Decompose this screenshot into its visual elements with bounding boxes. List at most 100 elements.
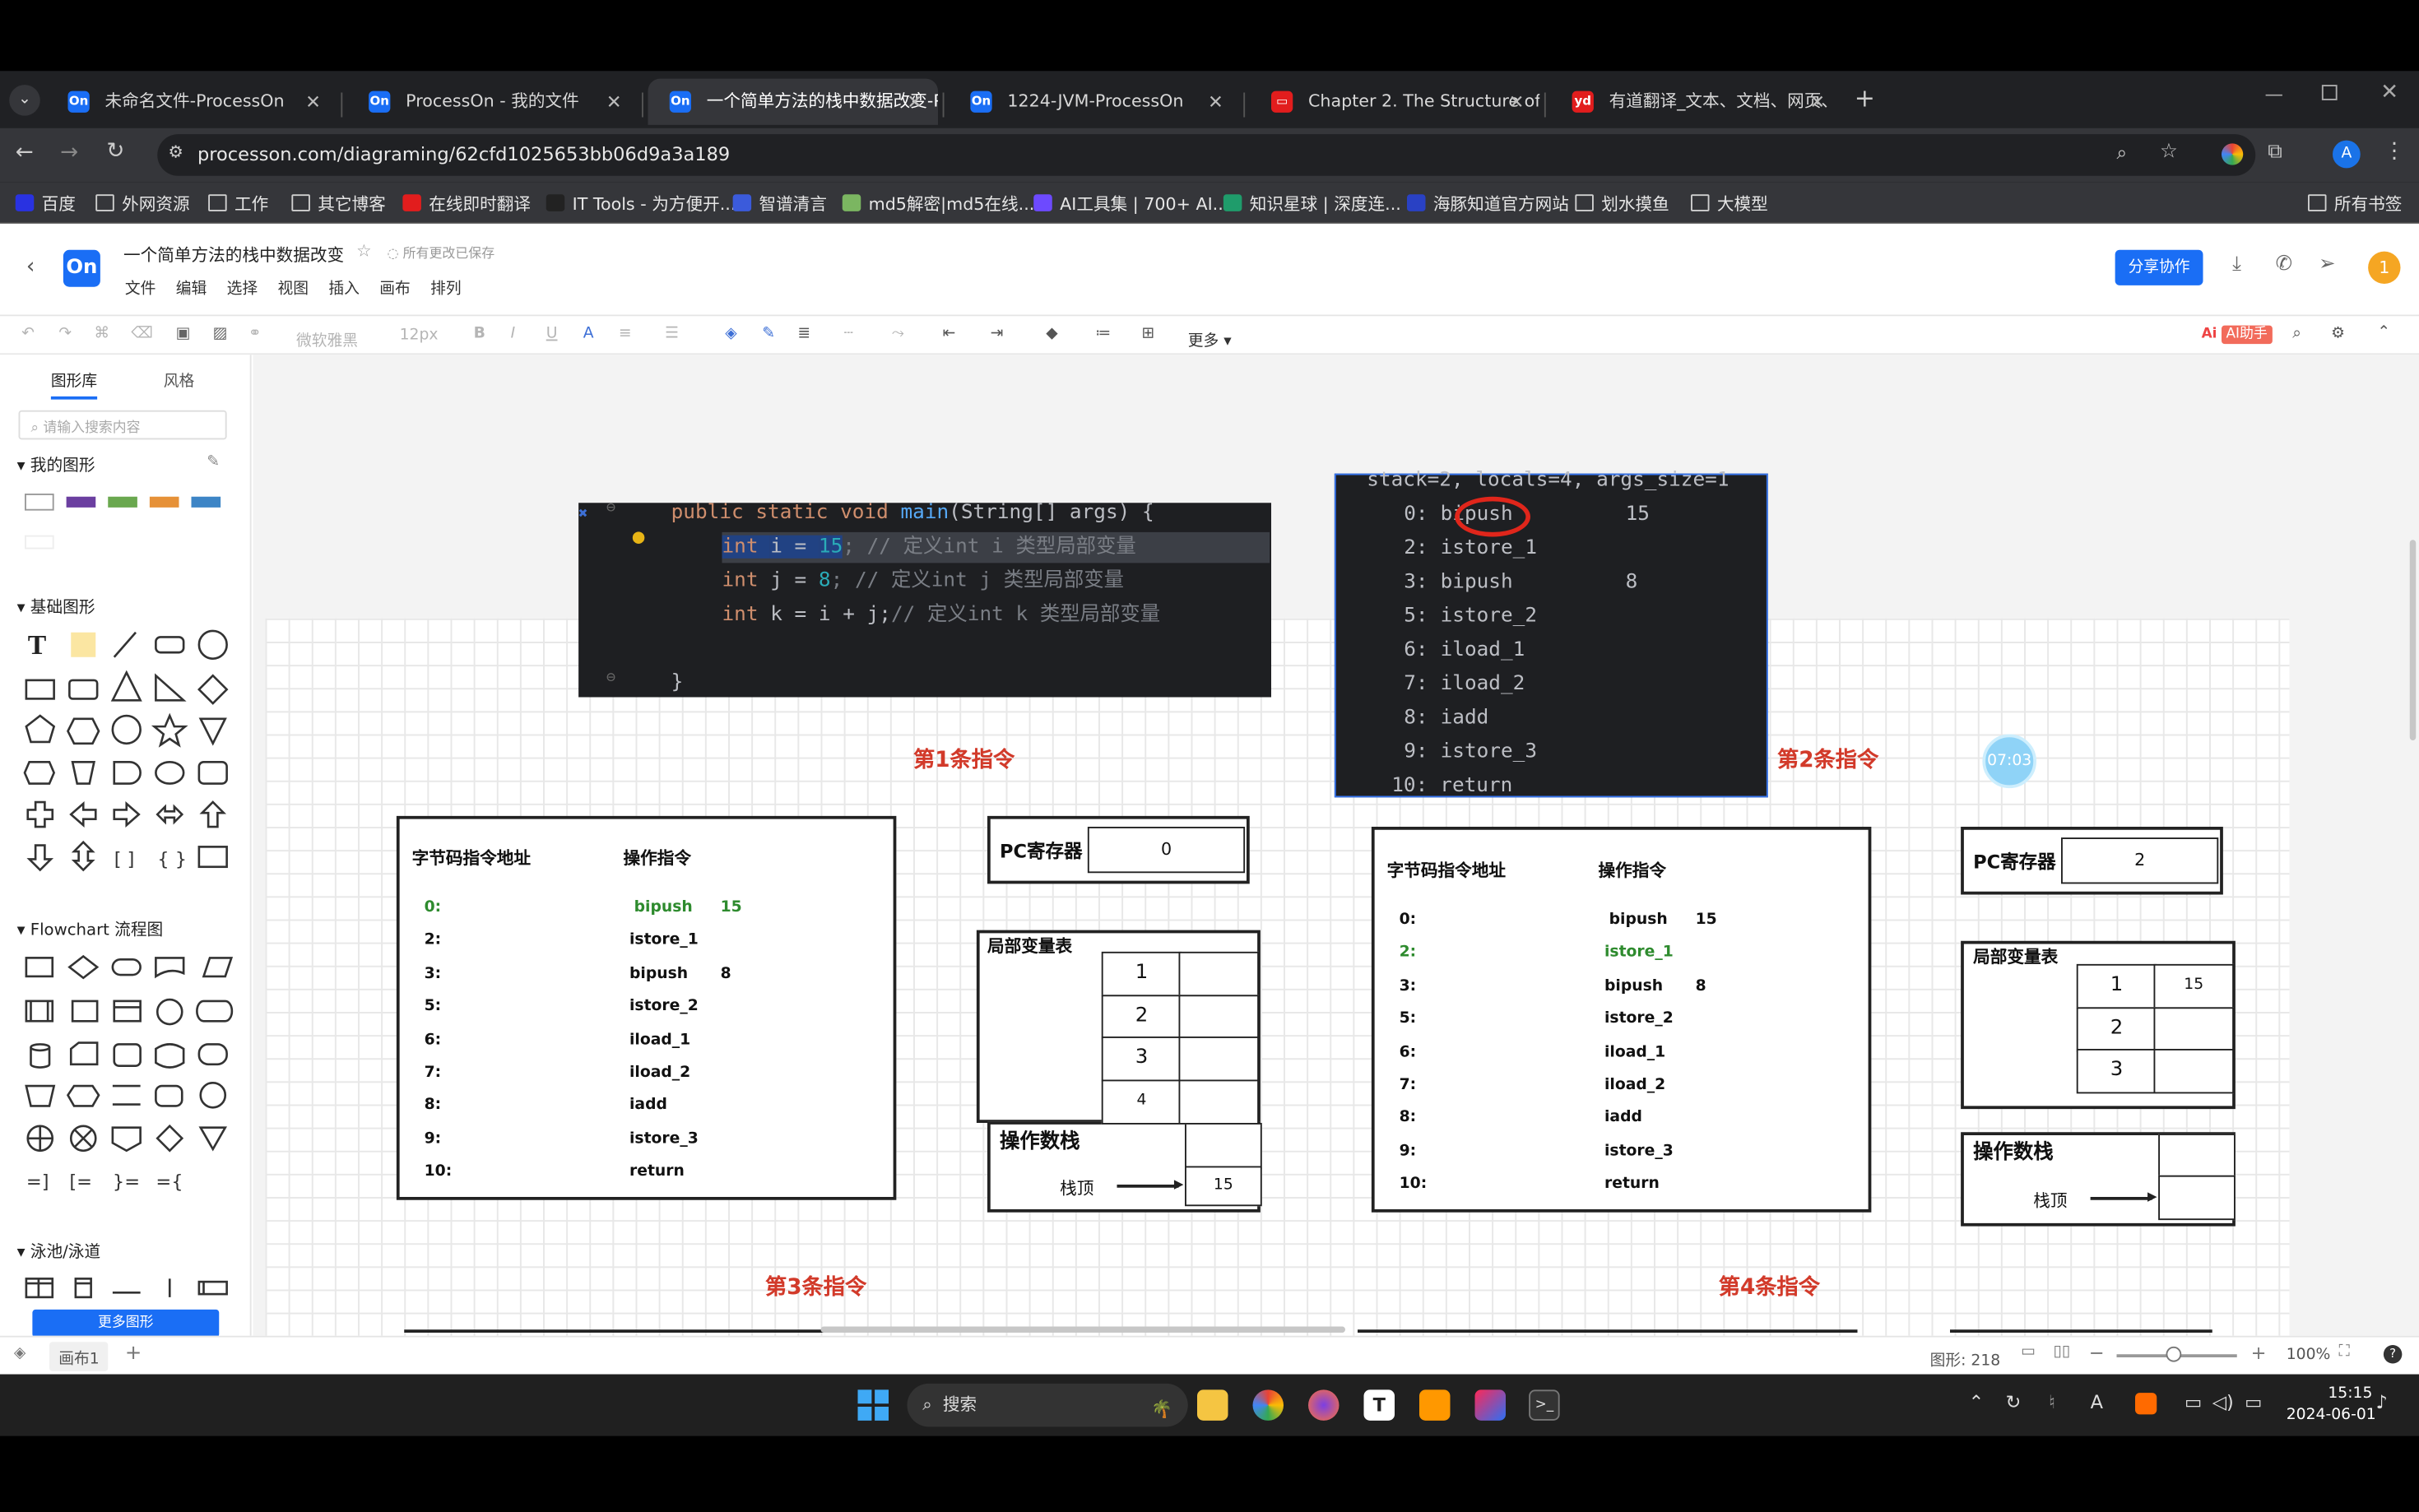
send-icon[interactable]: ➢ [2319,253,2335,276]
chrome-icon[interactable] [1252,1389,1284,1421]
section-basic-shapes[interactable]: ▾ 基础图形 [17,596,95,619]
menu-item-4[interactable]: 插入 [328,281,360,298]
diagram-canvas[interactable]: ✖ ● public static void main(String[] arg… [253,355,2419,1336]
bookmark-2[interactable]: 工作 [208,192,268,216]
tab-search-button[interactable]: ⌄ [9,85,40,116]
bookmark-7[interactable]: md5解密|md5在线... [842,192,1034,216]
step2-local-value[interactable] [2153,1006,2234,1051]
align-icon[interactable]: ☰ [665,326,679,343]
tray-ime-icon[interactable]: A [2091,1391,2103,1412]
step1-operand-stack[interactable]: 操作数栈 栈顶 ▶ 15 [987,1121,1262,1213]
tab-2[interactable]: On 一个简单方法的栈中数据改变-P ✕ [648,78,938,125]
my-shape-swatch[interactable] [191,496,221,508]
layers-icon[interactable]: ◈ [14,1345,26,1362]
basic-shapes-grid[interactable]: T [ ] { } [21,626,238,873]
step1-instruction-table[interactable]: 字节码指令地址 操作指令 0: bipush 15 2: istore_1 3: bipus… [396,815,897,1200]
extension-icon[interactable] [2222,143,2244,165]
menu-item-6[interactable]: 排列 [430,281,462,298]
tray-app-icon[interactable] [2135,1393,2157,1415]
extensions-puzzle-icon[interactable]: ⧉ [2268,141,2282,164]
pc-value[interactable]: 0 [1087,827,1246,874]
notification-badge[interactable]: 1 [2368,251,2401,284]
menu-item-0[interactable]: 文件 [125,281,156,298]
tab-0[interactable]: On 未命名文件-ProcessOn ✕ [46,79,337,125]
zoom-out-icon[interactable]: − [2089,1342,2105,1363]
redo-icon[interactable]: ↷ [58,326,72,343]
section-my-shapes[interactable]: ▾ 我的图形 [17,453,95,476]
star-icon[interactable]: ☆ [356,241,372,261]
tab-5[interactable]: yd 有道翻译_文本、文档、网页、 ✕ [1550,79,1841,125]
swimlane-shapes[interactable] [21,1274,238,1299]
bookmark-4[interactable]: 在线即时翻译 [402,192,531,216]
format-painter-icon[interactable]: ⌘ [94,326,109,343]
bookmark-12[interactable]: 大模型 [1691,192,1768,216]
battery-icon[interactable]: ▭ [2245,1391,2262,1412]
section-flowchart[interactable]: ▾ Flowchart 流程图 [17,918,164,941]
reload-icon[interactable]: ↻ [106,139,124,164]
page-tab[interactable]: 画布1 [49,1342,109,1371]
typora-icon[interactable]: T [1363,1389,1395,1421]
menu-item-5[interactable]: 画布 [379,281,411,298]
line-height-icon[interactable]: ≡ [619,326,632,343]
my-shape-swatch[interactable] [66,496,96,508]
book-view-icon[interactable]: ▯▯ [2054,1343,2071,1361]
network-icon[interactable]: ▭ [2185,1391,2202,1412]
pc-value[interactable]: 2 [2061,837,2219,884]
processon-logo[interactable]: On [63,249,100,287]
minimize-button[interactable]: — [2265,83,2284,104]
fit-page-icon[interactable]: ▭ [2021,1343,2036,1361]
bookmark-star-icon[interactable]: ☆ [2160,141,2178,164]
bytecode-image[interactable]: stack=2, locals=4, args_size=1 0: bipush 1… [1334,469,1768,798]
step1-local-value[interactable] [1178,1078,1259,1124]
file-explorer-icon[interactable] [1197,1389,1228,1421]
collapse-icon[interactable]: ⌃ [2377,324,2390,341]
add-page-icon[interactable]: + [125,1342,142,1365]
fill-icon[interactable]: ◈ [725,326,736,343]
tray-chevron-icon[interactable]: ⌃ [1969,1391,1985,1412]
terminal-icon[interactable]: >_ [1529,1389,1560,1421]
more-shapes-button[interactable]: 更多图形 [32,1309,220,1338]
step1-local-value[interactable] [1178,994,1259,1039]
site-info-icon[interactable]: ⚙ [168,142,183,162]
step1-local-value[interactable] [1178,1037,1259,1082]
tab-4[interactable]: ▭ Chapter 2. The Structure of t ✕ [1250,79,1539,125]
line-width-icon[interactable]: ≣ [797,326,810,343]
share-button[interactable]: 分享协作 [2115,249,2203,285]
timer-bubble[interactable]: 07:03 [1982,734,2036,789]
italic-icon[interactable]: I [511,326,516,343]
stack-slot-upper[interactable] [1185,1123,1262,1170]
menu-item-2[interactable]: 选择 [227,281,258,298]
tab-1[interactable]: On ProcessOn - 我的文件 ✕ [347,79,638,125]
bookmark-11[interactable]: 划水摸鱼 [1575,192,1669,216]
step2-local-value[interactable]: 15 [2153,963,2234,1009]
tab-3[interactable]: On 1224-JVM-ProcessOn ✕ [949,79,1239,125]
clock-date[interactable]: 2024-06-01 [2287,1407,2376,1424]
step2-instruction-table[interactable]: 字节码指令地址 操作指令 0: bipush 15 2: istore_1 3: bipus… [1371,827,1872,1213]
my-shape-swatch[interactable] [25,494,54,511]
my-shape-swatch[interactable] [108,496,137,508]
arrow-start-icon[interactable]: ⇤ [943,326,956,343]
more-menu[interactable]: 更多 ▾ [1188,327,1232,350]
layer-icon[interactable]: ◆ [1046,326,1057,343]
volume-icon[interactable]: ◁) [2212,1391,2234,1412]
back-icon[interactable]: ← [16,141,34,165]
tab-close-icon[interactable]: ✕ [1509,79,1525,125]
ai-assistant-button[interactable]: Ai AI助手 [2202,322,2273,345]
phone-icon[interactable]: ✆ [2276,253,2292,276]
edit-icon[interactable]: ✎ [207,453,220,471]
underline-icon[interactable]: U [546,326,558,343]
insert-box-icon[interactable]: ▣ [176,326,191,343]
close-window-button[interactable]: ✕ [2380,81,2398,105]
settings-icon[interactable]: ⚙ [2331,326,2345,343]
step2-operand-stack[interactable]: 操作数栈 栈顶 ▶ [1961,1132,2236,1227]
new-tab-button[interactable]: + [1855,83,1875,113]
help-icon[interactable]: ? [2383,1345,2403,1364]
shape-search-input[interactable]: ⌕ 请输入搜索内容 [18,410,227,440]
stack-slot-upper[interactable] [2158,1134,2236,1177]
taskbar-search[interactable]: ⌕ 搜索 🌴 [907,1383,1188,1427]
browser-menu-icon[interactable]: ⋮ [2384,139,2405,164]
undo-icon[interactable]: ↶ [21,326,35,343]
connector-icon[interactable]: ⤳ [892,326,904,343]
flowchart-shapes-grid[interactable]: =] [=}= ={ [21,953,238,1200]
zoom-icon[interactable]: ⌕ [2117,142,2128,165]
